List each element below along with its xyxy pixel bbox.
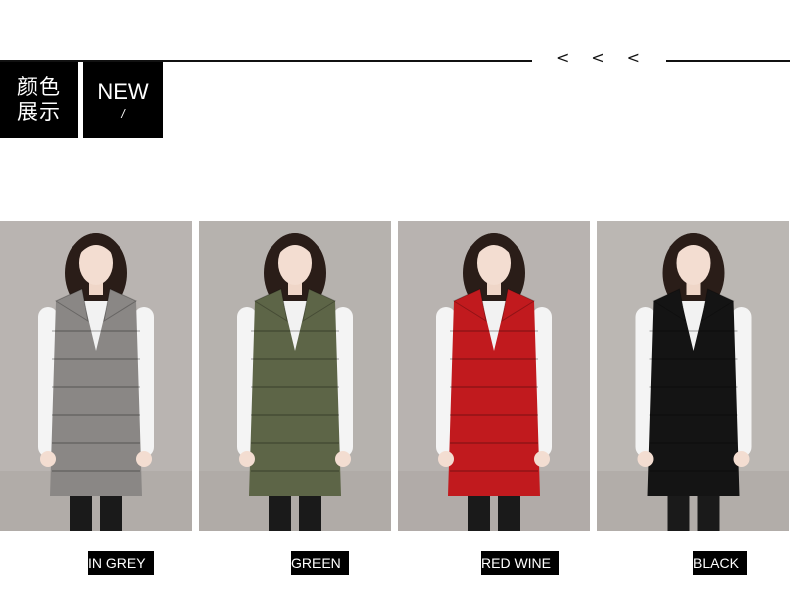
hand [40, 451, 56, 467]
color-label-black: BLACK [693, 551, 747, 575]
chevron-left-icon: < [556, 48, 570, 67]
product-photo-grey[interactable] [0, 221, 192, 531]
new-title: NEW [97, 79, 149, 104]
color-label-red: RED WINE [481, 551, 559, 575]
product-photo-black[interactable] [597, 221, 789, 531]
chevron-left-icon: < [591, 48, 605, 67]
hand [438, 451, 454, 467]
product-photo-red[interactable] [398, 221, 590, 531]
chevron-left-icon: < [626, 48, 640, 67]
photo-black-illustration [597, 221, 789, 531]
header-rule-left [160, 60, 532, 62]
hand [733, 451, 750, 467]
hand [637, 451, 654, 467]
photo-grey-illustration [0, 221, 192, 531]
product-photo-green[interactable] [199, 221, 391, 531]
color-display-badge: 颜色 展示 [0, 62, 78, 138]
hand [239, 451, 255, 467]
hand [534, 451, 550, 467]
badge-line-2: 展示 [17, 100, 61, 124]
photo-green-illustration [199, 221, 391, 531]
hand [335, 451, 351, 467]
new-badge: NEW / [83, 62, 163, 138]
chevron-group: < < < [556, 48, 640, 67]
photo-red-illustration [398, 221, 590, 531]
new-slash: / [121, 107, 125, 121]
color-label-grey: IN GREY [88, 551, 154, 575]
color-label-green: GREEN [291, 551, 349, 575]
badge-line-1: 颜色 [17, 75, 61, 99]
header-rule-right [666, 60, 790, 62]
hand [136, 451, 152, 467]
